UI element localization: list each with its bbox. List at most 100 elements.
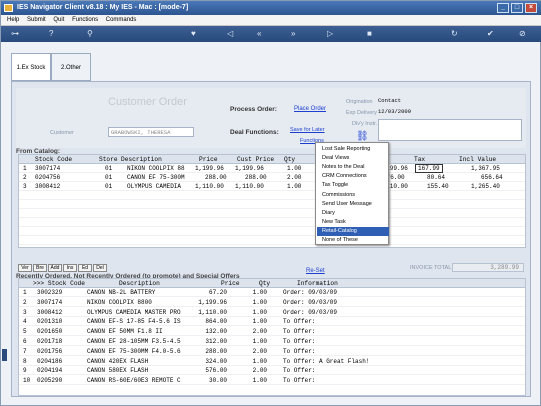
help-icon[interactable]: ? <box>49 29 53 39</box>
col-stock-code: Stock Code <box>35 156 73 163</box>
menu-item-crm-connections[interactable]: CRM Connections <box>317 172 389 181</box>
confirm-icon[interactable]: ✔ <box>487 29 494 39</box>
menu-item-new-task[interactable]: New Task <box>317 218 389 227</box>
tab-other[interactable]: 2.Other <box>51 53 91 81</box>
table-row[interactable]: 4 0201310 CANON EF-S 17-85 F4-5.6 IS 864.00… <box>19 317 525 327</box>
search-icon[interactable]: ⚲ <box>87 29 93 39</box>
cell-price: 1,110.00 <box>198 308 227 316</box>
favorite-icon[interactable]: ♥ <box>191 29 196 39</box>
table-row[interactable]: 1 3002329 CANON NB-2L BATTERY 67.20 1.00 Orde… <box>19 288 525 297</box>
minimize-icon[interactable]: _ <box>497 3 509 13</box>
cell-desc: CANON EF 28-105MM F3.5-4.5 <box>87 338 181 345</box>
table-row[interactable]: 9 0204194 CANON 580EX FLASH 576.00 2.00 To Of… <box>19 366 525 376</box>
edit-button[interactable]: Ed <box>78 264 92 272</box>
col-description: Description <box>121 156 162 163</box>
menu-help[interactable]: Help <box>7 17 19 23</box>
exp-delivery-value[interactable]: 12/03/2009 <box>378 108 411 115</box>
table-row[interactable]: 3 3008412 OLYMPUS CAMEDIA MASTER PRO 1,110.… <box>19 308 525 317</box>
place-order-link[interactable]: Place Order <box>294 106 326 112</box>
cell-qty: 1.00 <box>252 318 267 326</box>
menu-quit[interactable]: Quit <box>53 17 64 23</box>
rewind-icon[interactable]: « <box>257 29 261 39</box>
cell-n: 8 <box>23 357 27 365</box>
tax: 80.64 <box>427 174 446 181</box>
table-row[interactable]: 10 0205290 CANON RS-60E/60E3 REMOTE C 30.00… <box>19 376 525 386</box>
catalog-grid-header: Stock Code Store Description Price Cust … <box>19 155 525 164</box>
cell-code: 0204186 <box>37 357 63 365</box>
cell-n: 4 <box>23 318 27 326</box>
table-row[interactable]: 1 3007174 01 NIKON COOLPIX 88 1,199.96 1… <box>19 164 525 173</box>
cell-info: To Offer: <box>283 347 316 355</box>
menu-item-lost-sale-reporting[interactable]: Lost Sale Reporting <box>317 145 389 154</box>
stop-icon[interactable]: ■ <box>367 29 372 39</box>
table-row[interactable]: 8 0204186 CANON 420EX FLASH 324.00 1.00 To Of… <box>19 357 525 366</box>
row-number: 1 <box>23 165 27 172</box>
stock-code: 0204756 <box>35 174 61 181</box>
cancel-icon[interactable]: ⊘ <box>519 29 526 39</box>
key-icon[interactable]: ⊶ <box>11 29 19 39</box>
window-title: IES Navigator Client v8.18 : My IES - Ma… <box>17 4 189 11</box>
qty: 2.00 <box>287 174 302 181</box>
price: 288.00 <box>205 174 227 181</box>
menu-item-send-user-message[interactable]: Send User Message <box>317 200 389 209</box>
maximize-icon[interactable]: □ <box>511 3 523 13</box>
cust-price: 1,199.96 <box>235 165 264 172</box>
cell-n: 2 <box>23 298 27 306</box>
menu-submit[interactable]: Submit <box>27 17 46 23</box>
tax-field[interactable]: 167.99 <box>415 164 443 173</box>
menu-item-none-of-these[interactable]: None of These <box>317 236 389 245</box>
cell-n: 3 <box>23 308 27 316</box>
add-button[interactable]: Add <box>48 264 62 272</box>
menu-item-diary[interactable]: Diary <box>317 209 389 218</box>
table-row[interactable]: 7 0201756 CANON EF 75-300MM F4.0-5.6 288.00… <box>19 347 525 356</box>
table-row[interactable]: 2 0204756 01 CANON EF 75-300M 288.00 288… <box>19 173 525 182</box>
tab-ex-stock[interactable]: 1.Ex Stock <box>11 53 51 81</box>
table-row[interactable]: 6 0201718 CANON EF 28-105MM F3.5-4.5 312.00… <box>19 337 525 346</box>
browse-button[interactable]: Bre <box>33 264 47 272</box>
menu-item-deal-views[interactable]: Deal Views <box>317 154 389 163</box>
description: NIKON COOLPIX 88 <box>127 165 185 172</box>
empty-row <box>19 236 525 245</box>
delivery-instructions-field[interactable] <box>378 119 522 141</box>
store: 01 <box>105 183 113 190</box>
link-icon[interactable]: ⛓ <box>356 131 369 142</box>
cell-code: 0201310 <box>37 318 63 326</box>
origination-value: Contact <box>378 97 402 104</box>
cell-price: 30.00 <box>208 377 227 385</box>
customer-field[interactable]: GRABOWSKI, THERESA <box>108 127 194 137</box>
menu-item-notes-to-the-deal[interactable]: Notes to the Deal <box>317 163 389 172</box>
menu-item-commissions[interactable]: Commissions <box>317 191 389 200</box>
reset-link[interactable]: Re-Set <box>306 268 325 274</box>
table-row[interactable]: 5 0201650 CANON EF 50MM F1.8 II 132.00 2.00 T… <box>19 327 525 337</box>
menu-functions[interactable]: Functions <box>72 17 98 23</box>
save-for-later-link[interactable]: Save for Later <box>290 127 325 133</box>
col-stock-code: >>> Stock Code <box>33 280 85 287</box>
table-row[interactable]: 2 3007174 NIKON COOLPIX 8800 1,199.96 1.00 Or… <box>19 298 525 307</box>
cell-desc: CANON EF-S 17-85 F4-5.6 IS <box>87 318 181 326</box>
close-icon[interactable]: × <box>525 3 537 13</box>
cell-qty: 1.00 <box>252 289 267 296</box>
forward-icon[interactable]: » <box>291 29 295 39</box>
view-button[interactable]: Ver <box>18 264 32 272</box>
qty: 1.00 <box>287 165 302 172</box>
tab-ex-stock-label: 1.Ex Stock <box>16 65 46 71</box>
cell-qty: 2.00 <box>252 328 267 336</box>
cell-price: 1,199.96 <box>198 298 227 306</box>
refresh-icon[interactable]: ↻ <box>451 29 458 39</box>
menu-item-tax-toggle[interactable]: Tax Toggle <box>317 181 389 190</box>
cell-info: To Offer: <box>283 367 316 375</box>
cell-code: 0201650 <box>37 328 63 336</box>
cell-qty: 1.00 <box>252 308 267 316</box>
stock-code: 3008412 <box>35 183 61 190</box>
next-icon[interactable]: ▷ <box>327 29 333 39</box>
cell-n: 6 <box>23 338 27 345</box>
delete-button[interactable]: Del <box>93 264 107 272</box>
menu-item-retail-catalog[interactable]: Retail-Catalog <box>317 226 389 236</box>
menu-commands[interactable]: Commands <box>106 17 137 23</box>
insert-button[interactable]: Ins <box>63 264 77 272</box>
table-row[interactable]: 3 3008412 01 OLYMPUS CAMEDIA 1,110.00 1,… <box>19 182 525 191</box>
empty-row <box>19 218 525 227</box>
cell-desc: CANON RS-60E/60E3 REMOTE C <box>87 377 181 385</box>
back-icon[interactable]: ◁ <box>227 29 233 39</box>
cust-price: 288.00 <box>245 174 267 181</box>
